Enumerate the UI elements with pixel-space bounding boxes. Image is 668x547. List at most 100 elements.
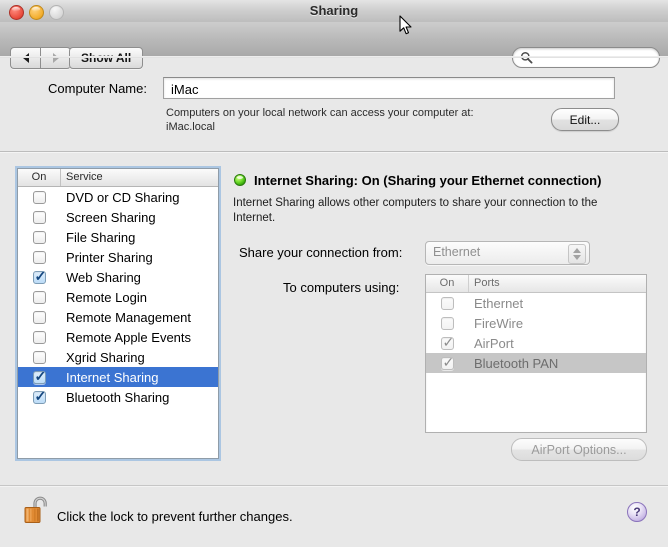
checkbox-unchecked[interactable] [32,330,46,344]
share-connection-from-label: Share your connection from: [239,245,403,260]
ports-column-ports: Ports [474,277,500,289]
services-column-service: Service [66,171,103,183]
show-all-button[interactable]: Show All [69,47,144,69]
checkbox-unchecked[interactable] [32,210,46,224]
computer-name-input[interactable] [169,80,608,98]
services-column-on: On [18,169,61,186]
computer-name-help: Computers on your local network can acce… [166,106,546,134]
port-label: Bluetooth PAN [474,355,559,371]
checkbox-checked[interactable]: ✓ [440,353,455,370]
checkmark-icon: ✓ [34,387,47,404]
edit-button[interactable]: Edit... [551,108,619,131]
service-label: File Sharing [66,229,136,245]
computer-name-help-line2: iMac.local [166,121,215,133]
status-title: Internet Sharing: On (Sharing your Ether… [254,173,602,188]
checkmark-icon: ✓ [442,353,455,370]
chevron-left-icon [22,53,29,63]
chevron-down-icon [573,255,581,260]
service-label: Internet Sharing [66,369,159,385]
checkbox-unchecked[interactable] [32,310,46,324]
checkbox-unchecked[interactable] [440,316,454,330]
status-indicator-icon [234,174,246,186]
service-label: Bluetooth Sharing [66,389,170,405]
port-row[interactable]: FireWire [426,313,646,333]
status-description: Internet Sharing allows other computers … [233,197,598,224]
service-row[interactable]: ✓ Web Sharing [18,267,218,287]
service-row[interactable]: Screen Sharing [18,207,218,227]
toolbar-divider [0,56,668,58]
ports-list[interactable]: On Ports Ethernet FireWire ✓ AirPort ✓ Blueto… [425,274,647,433]
sharing-preferences-window: Sharing Show All Computer Name: Computer… [0,0,668,547]
service-label: Remote Management [66,309,192,325]
service-label: Printer Sharing [66,249,153,265]
port-checkbox-cell[interactable]: ✓ [426,353,468,370]
service-row[interactable]: File Sharing [18,227,218,247]
window-toolbar: Show All [0,22,668,69]
services-list[interactable]: On Service DVD or CD Sharing Screen Shari… [17,168,219,459]
lock-open-icon[interactable] [22,494,52,528]
service-checkbox-cell[interactable]: ✓ [18,387,60,404]
service-checkbox-cell[interactable] [18,210,60,224]
service-row[interactable]: ✓ Internet Sharing [18,367,218,387]
checkbox-unchecked[interactable] [32,250,46,264]
checkmark-icon: ✓ [34,267,47,284]
service-checkbox-cell[interactable]: ✓ [18,367,60,384]
service-checkbox-cell[interactable] [18,350,60,364]
service-row[interactable]: Printer Sharing [18,247,218,267]
checkbox-checked[interactable]: ✓ [32,387,47,404]
checkbox-checked[interactable]: ✓ [32,267,47,284]
service-row[interactable]: Remote Management [18,307,218,327]
checkbox-unchecked[interactable] [32,230,46,244]
services-rows: DVD or CD Sharing Screen Sharing File Shar… [18,187,218,407]
checkbox-unchecked[interactable] [32,290,46,304]
service-checkbox-cell[interactable] [18,250,60,264]
to-computers-using-label: To computers using: [283,280,400,295]
window-titlebar: Sharing [0,0,668,23]
service-checkbox-cell[interactable] [18,230,60,244]
service-label: Remote Apple Events [66,329,192,345]
service-checkbox-cell[interactable] [18,290,60,304]
checkbox-unchecked[interactable] [32,350,46,364]
share-connection-from-value: Ethernet [433,245,481,259]
checkbox-unchecked[interactable] [440,296,454,310]
help-button[interactable]: ? [627,502,647,522]
checkmark-icon: ✓ [34,367,47,384]
service-row[interactable]: DVD or CD Sharing [18,187,218,207]
ports-rows: Ethernet FireWire ✓ AirPort ✓ Bluetooth PAN [426,293,646,373]
service-checkbox-cell[interactable] [18,190,60,204]
checkbox-unchecked[interactable] [32,190,46,204]
service-checkbox-cell[interactable] [18,310,60,324]
checkbox-checked[interactable]: ✓ [32,367,47,384]
service-label: DVD or CD Sharing [66,189,180,205]
service-label: Web Sharing [66,269,141,285]
port-row[interactable]: ✓ AirPort [426,333,646,353]
computer-name-field[interactable] [163,77,615,99]
forward-button [40,47,71,69]
port-label: FireWire [474,315,524,331]
port-checkbox-cell[interactable]: ✓ [426,333,468,350]
back-button[interactable] [10,47,40,69]
share-connection-from-popup[interactable]: Ethernet [425,241,590,265]
service-row[interactable]: Remote Apple Events [18,327,218,347]
checkbox-checked[interactable]: ✓ [440,333,455,350]
port-row[interactable]: Ethernet [426,293,646,313]
checkmark-icon: ✓ [442,333,455,350]
port-label: AirPort [474,335,514,351]
service-label: Xgrid Sharing [66,349,145,365]
service-row[interactable]: Remote Login [18,287,218,307]
computer-name-help-line1: Computers on your local network can acce… [166,107,474,119]
ports-column-on: On [426,275,469,292]
port-label: Ethernet [474,295,524,311]
service-row[interactable]: ✓ Bluetooth Sharing [18,387,218,407]
service-checkbox-cell[interactable]: ✓ [18,267,60,284]
stepper-arrows-icon[interactable] [568,244,586,264]
chevron-right-icon [52,53,59,63]
service-checkbox-cell[interactable] [18,330,60,344]
port-checkbox-cell[interactable] [426,316,468,330]
service-row[interactable]: Xgrid Sharing [18,347,218,367]
port-checkbox-cell[interactable] [426,296,468,310]
port-row[interactable]: ✓ Bluetooth PAN [426,353,646,373]
ports-list-header: On Ports [426,275,646,293]
chevron-up-icon [573,248,581,253]
services-list-header: On Service [18,169,218,187]
